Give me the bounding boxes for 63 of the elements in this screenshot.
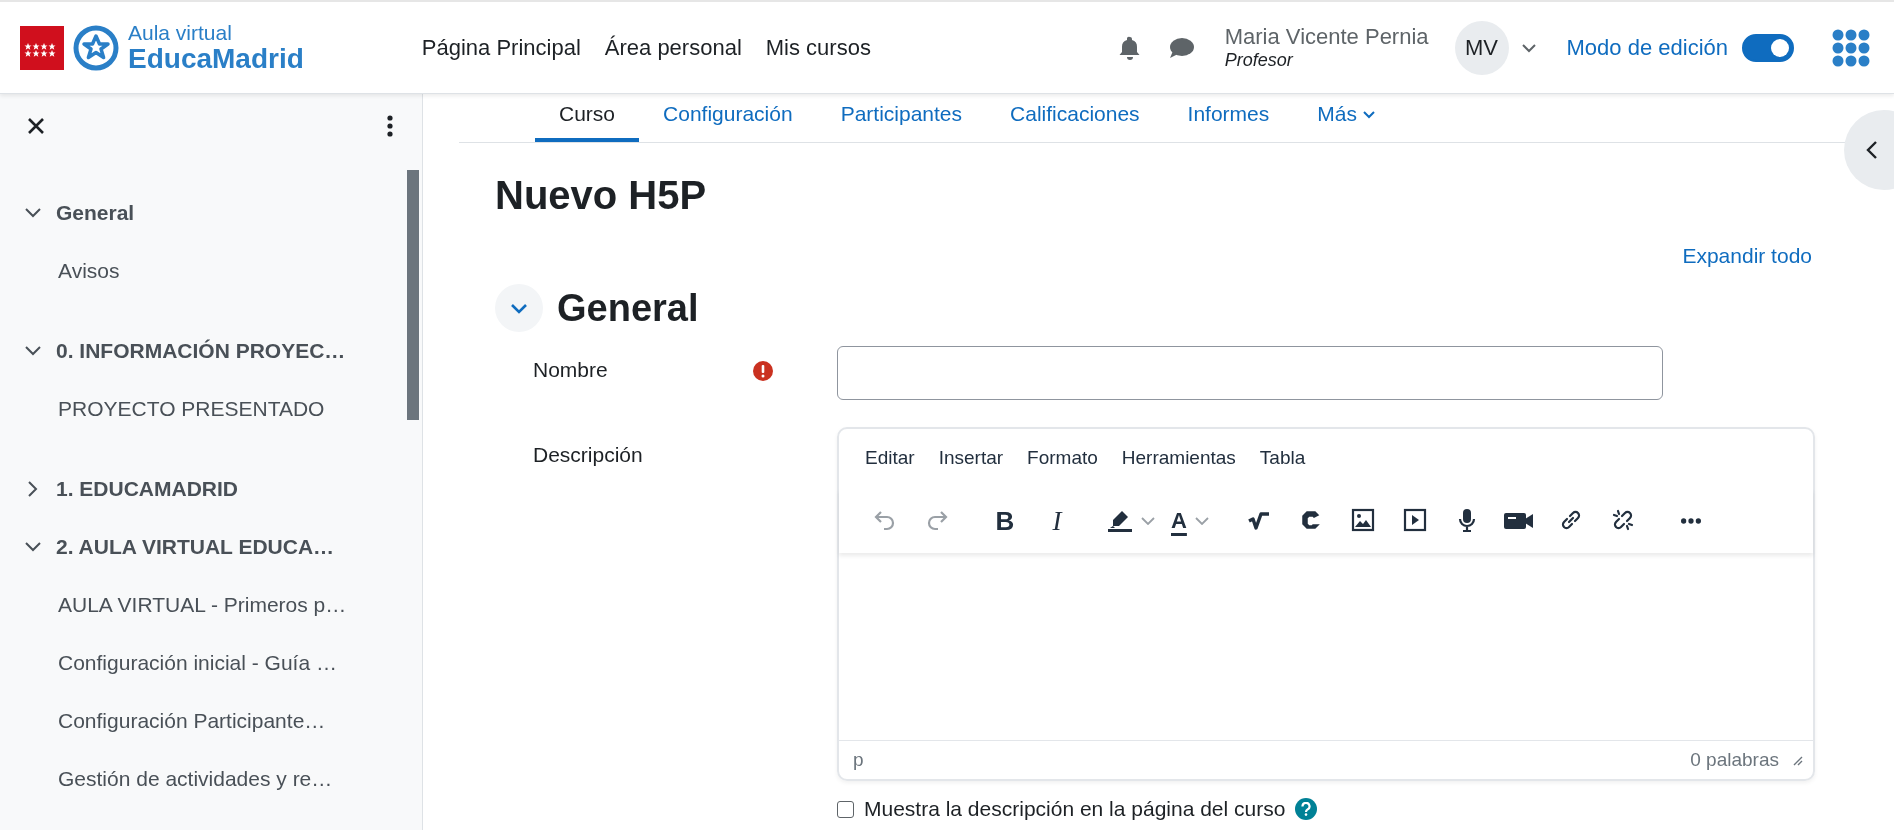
bold-button[interactable]: B <box>983 499 1027 543</box>
activity-link[interactable]: PROYECTO PRESENTADO <box>0 380 422 438</box>
checkbox-label: Muestra la descripción en la página del curso <box>864 797 1286 821</box>
name-field[interactable] <box>837 346 1663 400</box>
chevron-left-icon <box>1866 140 1878 160</box>
tab[interactable]: Curso <box>535 94 640 142</box>
section-link[interactable]: 0. INFORMACIÓN PROYEC… <box>56 339 346 363</box>
tab[interactable]: Participantes <box>816 94 987 142</box>
menu-item[interactable]: Tabla <box>1247 447 1318 489</box>
field-label: Nombre <box>533 358 608 382</box>
highlighter-icon <box>1107 508 1133 534</box>
tab[interactable]: Calificaciones <box>986 94 1164 142</box>
checkbox[interactable] <box>837 800 854 818</box>
section-link[interactable]: General <box>56 201 135 225</box>
chevron-down-icon <box>1194 517 1209 525</box>
flag-icon <box>20 25 64 70</box>
tab[interactable]: Configuración <box>639 94 817 142</box>
resize-handle-icon[interactable] <box>1791 754 1803 766</box>
nav-link[interactable]: Área personal <box>604 34 742 61</box>
caret-down-icon <box>1363 111 1375 119</box>
more-vertical-icon[interactable] <box>386 115 394 137</box>
element-path: p <box>853 749 864 771</box>
app-grid-icon[interactable] <box>1832 28 1870 67</box>
tab[interactable]: Más <box>1293 94 1399 142</box>
activity-link[interactable]: AULA VIRTUAL - Primeros p… <box>0 576 422 634</box>
edit-mode-label: Modo de edición <box>1566 34 1728 61</box>
menu-item[interactable]: Editar <box>853 447 927 489</box>
edit-mode-toggle[interactable] <box>1742 33 1794 62</box>
user-name: Maria Vicente Pernia <box>1224 24 1429 50</box>
tab[interactable]: Informes <box>1163 94 1294 142</box>
question-mark-icon <box>1301 802 1312 816</box>
activity-link[interactable]: Gestión de actividades y re… <box>0 750 422 808</box>
user-role: Profesor <box>1224 50 1295 71</box>
page-title: Nuevo H5P <box>495 172 708 219</box>
logo-subtitle: Aula virtual <box>128 21 233 44</box>
text-color-button[interactable]: A <box>1167 499 1213 543</box>
help-button[interactable] <box>1295 798 1318 820</box>
nav-link[interactable]: Mis cursos <box>765 34 871 61</box>
word-count: 0 palabras <box>1690 749 1779 771</box>
menu-item[interactable]: Insertar <box>926 447 1016 489</box>
menu-item[interactable]: Formato <box>1015 447 1110 489</box>
section-heading: General <box>557 286 699 330</box>
nav-link[interactable]: Página Principal <box>421 34 581 61</box>
italic-button[interactable]: I <box>1035 499 1079 543</box>
logo-title: EducaMadrid <box>128 43 304 74</box>
chat-bubble-icon[interactable] <box>1168 36 1195 59</box>
play-icon <box>1402 508 1427 534</box>
menu-item[interactable]: Herramientas <box>1109 447 1248 489</box>
section-link[interactable]: 1. EDUCAMADRID <box>56 477 238 501</box>
close-icon[interactable] <box>26 116 46 136</box>
more-icon <box>1680 518 1701 524</box>
expand-all-link[interactable]: Expandir todo <box>1682 244 1812 268</box>
star-circle-icon <box>72 23 120 72</box>
activity-link[interactable]: Configuración Participante… <box>0 692 422 750</box>
image-icon <box>1350 508 1375 534</box>
chevron-down-icon[interactable] <box>1520 42 1537 53</box>
user-avatar[interactable]: MV <box>1454 20 1509 75</box>
activity-link[interactable]: Configuración inicial - Guía … <box>0 634 422 692</box>
section-link[interactable]: 2. AULA VIRTUAL EDUCA… <box>56 535 335 559</box>
chevron-down-icon <box>1141 517 1155 525</box>
bell-icon[interactable] <box>1118 35 1141 60</box>
activity-link[interactable]: Avisos <box>0 242 422 300</box>
field-label: Descripción <box>533 443 643 467</box>
